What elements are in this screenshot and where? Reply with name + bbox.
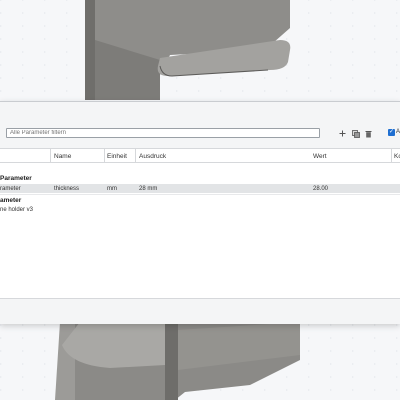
column-header-value[interactable]: Wert [313, 153, 327, 160]
group-model-parameters[interactable]: ameter [0, 197, 21, 204]
show-all-label: A [396, 129, 400, 135]
column-header-unit[interactable]: Einheit [107, 153, 127, 160]
row-name-cell[interactable]: thickness [54, 186, 79, 192]
row-divider [0, 194, 400, 195]
row-type-cell: rameter [0, 186, 21, 192]
group-user-parameters[interactable]: Parameter [0, 175, 32, 182]
row-unit-cell[interactable]: mm [107, 186, 117, 192]
column-separator[interactable] [391, 149, 392, 162]
dialog-footer [0, 298, 400, 324]
row-value-cell: 28.00 [313, 186, 329, 192]
column-separator[interactable] [104, 149, 105, 162]
parameters-dialog: ✓ A Name Einheit Ausdruck Wert Ko Parame… [0, 101, 400, 324]
delete-icon[interactable] [363, 128, 374, 139]
column-header-name[interactable]: Name [54, 153, 71, 160]
component-item[interactable]: ne holder v3 [0, 207, 33, 213]
copy-icon[interactable] [350, 128, 361, 139]
column-header-comment[interactable]: Ko [394, 153, 400, 160]
filter-input[interactable] [6, 128, 320, 138]
row-expression-cell[interactable]: 28 mm [139, 186, 157, 192]
dialog-header [0, 102, 400, 124]
column-header-expression[interactable]: Ausdruck [139, 153, 166, 160]
show-all-checkbox[interactable]: ✓ [388, 129, 395, 136]
header-divider [0, 162, 400, 163]
column-separator[interactable] [135, 149, 136, 162]
add-icon[interactable] [337, 128, 348, 139]
parameters-table: Name Einheit Ausdruck Wert Ko Parameter … [0, 148, 400, 298]
column-separator[interactable] [50, 149, 51, 162]
